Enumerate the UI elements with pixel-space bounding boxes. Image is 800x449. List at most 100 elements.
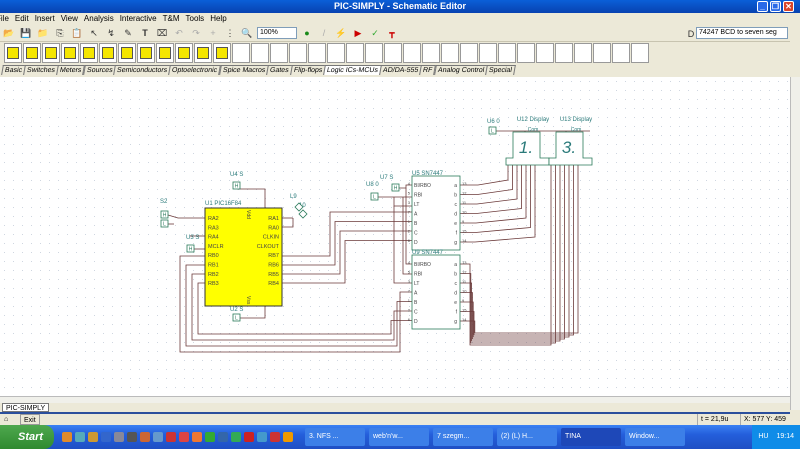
component-button[interactable] [251, 43, 269, 63]
quick-launch-icon[interactable] [270, 432, 280, 442]
tab-ad-da-555[interactable]: AD/DA-555 [379, 65, 423, 75]
select-arrow-icon[interactable]: ↖ [87, 26, 101, 40]
component-button[interactable] [517, 43, 535, 63]
component-button[interactable] [346, 43, 364, 63]
minimize-button[interactable]: _ [757, 1, 768, 12]
tab-meters[interactable]: Meters [56, 65, 86, 75]
component-button[interactable] [99, 43, 117, 63]
component-button[interactable] [555, 43, 573, 63]
quick-launch-icon[interactable] [218, 432, 228, 442]
quick-launch-icon[interactable] [62, 432, 72, 442]
grid-icon[interactable]: ⋮ [223, 26, 237, 40]
tab-optoelectronic[interactable]: Optoelectronic [168, 65, 222, 75]
tab-gates[interactable]: Gates [266, 65, 293, 75]
component-button[interactable] [460, 43, 478, 63]
delete-wire-icon[interactable]: ⌧ [155, 26, 169, 40]
menu-interactive[interactable]: Interactive [120, 13, 157, 24]
component-button[interactable] [441, 43, 459, 63]
component-button[interactable] [42, 43, 60, 63]
component-button[interactable] [593, 43, 611, 63]
zoom-select[interactable]: 100% [257, 26, 297, 39]
component-button[interactable] [270, 43, 288, 63]
run-icon[interactable]: ✓ [368, 26, 382, 40]
component-button[interactable] [479, 43, 497, 63]
taskbar-task[interactable]: 7 szegm... [433, 428, 493, 446]
component-button[interactable] [289, 43, 307, 63]
quick-launch-icon[interactable] [257, 432, 267, 442]
tab-spice-macros[interactable]: Spice Macros [218, 65, 269, 75]
wire-icon[interactable]: ↯ [104, 26, 118, 40]
quick-launch-icon[interactable] [127, 432, 137, 442]
component-button[interactable] [175, 43, 193, 63]
quick-launch-icon[interactable] [75, 432, 85, 442]
tab-logic-ics-mcus[interactable]: Logic ICs-MCUs [323, 65, 382, 75]
component-button[interactable] [422, 43, 440, 63]
tab-sources[interactable]: Sources [82, 65, 117, 75]
start-button[interactable]: Start [0, 425, 54, 449]
quick-launch-icon[interactable] [88, 432, 98, 442]
menu-file[interactable]: File [0, 13, 9, 24]
menu-analysis[interactable]: Analysis [84, 13, 114, 24]
component-button[interactable] [403, 43, 421, 63]
component-button[interactable] [365, 43, 383, 63]
vertical-scrollbar[interactable] [790, 77, 800, 410]
component-button[interactable] [80, 43, 98, 63]
tab-analog-control[interactable]: Analog Control [433, 65, 488, 75]
zoom-icon[interactable]: 🔍 [240, 26, 254, 40]
component-select[interactable]: 74247 BCD to seven seg [696, 27, 788, 39]
menu-tools[interactable]: Tools [186, 13, 205, 24]
component-button[interactable] [156, 43, 174, 63]
taskbar-task[interactable]: web'n'w... [369, 428, 429, 446]
tab-flip-flops[interactable]: Flip-flops [289, 65, 326, 75]
exit-button[interactable]: Exit [20, 414, 40, 425]
quick-launch-icon[interactable] [192, 432, 202, 442]
component-button[interactable] [308, 43, 326, 63]
quick-launch-icon[interactable] [166, 432, 176, 442]
add-icon[interactable]: + [206, 26, 220, 40]
quick-launch-icon[interactable] [244, 432, 254, 442]
quick-launch-icon[interactable] [114, 432, 124, 442]
quick-launch-icon[interactable] [283, 432, 293, 442]
taskbar-task[interactable]: TINA [561, 428, 621, 446]
paste-icon[interactable]: 📋 [70, 26, 84, 40]
component-button[interactable] [327, 43, 345, 63]
exit-icon[interactable]: ⌂ [4, 414, 8, 425]
tab-special[interactable]: Special [485, 65, 516, 75]
tab-semiconductors[interactable]: Semiconductors [113, 65, 172, 75]
schematic-canvas[interactable]: U1 PIC16F84 RA2 RA3 RA4 MCLR RB0 RB1 RB2 RB3 RA1 R… [0, 77, 790, 396]
menu-edit[interactable]: Edit [15, 13, 29, 24]
component-button[interactable] [23, 43, 41, 63]
close-button[interactable]: ✕ [783, 1, 794, 12]
diode-icon[interactable]: ▶ [351, 26, 365, 40]
pencil-icon[interactable]: ✎ [121, 26, 135, 40]
component-button[interactable] [612, 43, 630, 63]
quick-launch-icon[interactable] [231, 432, 241, 442]
menu-view[interactable]: View [61, 13, 78, 24]
component-button[interactable] [213, 43, 231, 63]
taskbar-task[interactable]: (2) (L) H... [497, 428, 557, 446]
copy-icon[interactable]: ⎘ [53, 26, 67, 40]
component-button[interactable] [631, 43, 649, 63]
open-icon[interactable]: 📂 [2, 26, 16, 40]
component-button[interactable] [384, 43, 402, 63]
component-button[interactable] [194, 43, 212, 63]
quick-launch-icon[interactable] [179, 432, 189, 442]
pin-icon[interactable]: ┳ [385, 26, 399, 40]
undo-icon[interactable]: ↶ [172, 26, 186, 40]
component-button[interactable] [574, 43, 592, 63]
component-button[interactable] [4, 43, 22, 63]
horizontal-scrollbar[interactable] [0, 396, 790, 403]
open-project-icon[interactable]: 📁 [36, 26, 50, 40]
component-button[interactable] [118, 43, 136, 63]
language-indicator[interactable]: HU [758, 425, 768, 449]
tab-switches[interactable]: Switches [23, 65, 60, 75]
redo-icon[interactable]: ↷ [189, 26, 203, 40]
component-button[interactable] [61, 43, 79, 63]
taskbar-task[interactable]: 3. NFS ... [305, 428, 365, 446]
menu-insert[interactable]: Insert [35, 13, 55, 24]
maximize-button[interactable]: ❐ [770, 1, 781, 12]
menu-tm[interactable]: T&M [163, 13, 180, 24]
text-icon[interactable]: T [138, 26, 152, 40]
probe-icon[interactable]: / [317, 26, 331, 40]
document-tab[interactable]: PIC-SIMPLY [2, 403, 50, 412]
